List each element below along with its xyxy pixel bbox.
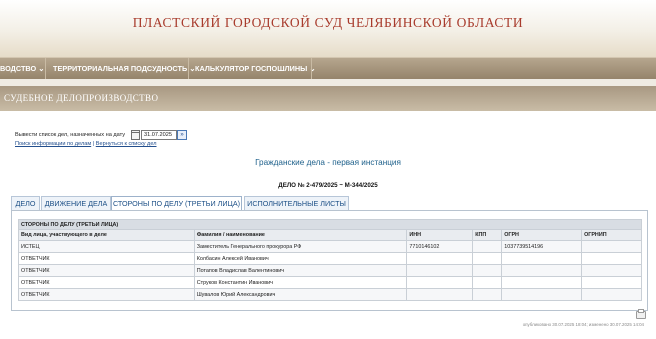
table-cell xyxy=(472,288,503,301)
nav-item-territorial-jurisdiction[interactable]: ТЕРРИТОРИАЛЬНАЯ ПОДСУДНОСТЬ ⌄ xyxy=(53,58,195,79)
table-cell xyxy=(406,252,474,265)
table-cell: Шувалов Юрий Александрович xyxy=(193,288,408,301)
table-cell xyxy=(406,264,474,277)
site-header: ПЛАСТСКИЙ ГОРОДСКОЙ СУД ЧЕЛЯБИНСКОЙ ОБЛА… xyxy=(0,0,656,57)
table-cell xyxy=(501,264,583,277)
table-cell: ОТВЕТЧИК xyxy=(18,288,195,301)
table-cell xyxy=(501,276,583,289)
parties-panel: СТОРОНЫ ПО ДЕЛУ (ТРЕТЬИ ЛИЦА) Вид лица, … xyxy=(11,210,648,311)
section-bar: СУДЕБНОЕ ДЕЛОПРОИЗВОДСТВО xyxy=(0,86,656,111)
table-cell xyxy=(581,276,642,289)
column-header: ОГРНИП xyxy=(581,229,642,241)
tab-parties[interactable]: СТОРОНЫ ПО ДЕЛУ (ТРЕТЬИ ЛИЦА) xyxy=(111,196,242,211)
table-cell xyxy=(501,288,583,301)
section-title: СУДЕБНОЕ ДЕЛОПРОИЗВОДСТВО xyxy=(4,93,159,103)
table-row: ОТВЕТЧИК Шувалов Юрий Александрович xyxy=(18,288,642,301)
parties-table: СТОРОНЫ ПО ДЕЛУ (ТРЕТЬИ ЛИЦА) Вид лица, … xyxy=(18,219,642,301)
publish-info: опубликовано 30.07.2025 18:04; изменено … xyxy=(522,322,644,327)
table-header-row: Вид лица, участвующего в деле Фамилия / … xyxy=(18,229,642,241)
table-cell: ОТВЕТЧИК xyxy=(18,264,195,277)
column-header: ИНН xyxy=(406,229,474,241)
table-cell: Колбасин Алексей Иванович xyxy=(193,252,408,265)
table-caption-row: СТОРОНЫ ПО ДЕЛУ (ТРЕТЬИ ЛИЦА) xyxy=(18,219,642,230)
column-header: КПП xyxy=(472,229,503,241)
show-cases-button[interactable]: » xyxy=(177,130,187,140)
tab-case-movement[interactable]: ДВИЖЕНИЕ ДЕЛА xyxy=(41,196,111,210)
print-icon[interactable] xyxy=(636,309,646,319)
nav-divider xyxy=(311,58,312,79)
table-cell xyxy=(581,288,642,301)
tab-writs-of-execution[interactable]: ИСПОЛНИТЕЛЬНЫЕ ЛИСТЫ xyxy=(244,196,349,210)
link-separator: | xyxy=(92,141,95,147)
table-cell: Потапов Владислав Валентинович xyxy=(193,264,408,277)
table-cell xyxy=(581,240,642,253)
court-title: ПЛАСТСКИЙ ГОРОДСКОЙ СУД ЧЕЛЯБИНСКОЙ ОБЛА… xyxy=(132,15,524,30)
table-row: ОТВЕТЧИК Колбасин Алексей Иванович xyxy=(18,252,642,265)
table-cell: ОТВЕТЧИК xyxy=(18,252,195,265)
table-cell: ИСТЕЦ xyxy=(18,240,195,253)
table-row: ОТВЕТЧИК Струков Константин Иванович xyxy=(18,276,642,289)
column-header: Вид лица, участвующего в деле xyxy=(18,229,195,241)
table-cell: Струков Константин Иванович xyxy=(193,276,408,289)
column-header: ОГРН xyxy=(501,229,583,241)
table-row: ОТВЕТЧИК Потапов Владислав Валентинович xyxy=(18,264,642,277)
column-header: Фамилия / наименование xyxy=(193,229,408,241)
case-number: ДЕЛО № 2-479/2025 ~ М-344/2025 xyxy=(278,182,378,189)
table-cell xyxy=(581,264,642,277)
case-category: Гражданские дела - первая инстанция xyxy=(255,158,401,167)
calendar-icon[interactable] xyxy=(131,130,140,140)
table-cell xyxy=(406,276,474,289)
table-cell xyxy=(472,264,503,277)
table-cell xyxy=(581,252,642,265)
table-cell: ОТВЕТЧИК xyxy=(18,276,195,289)
main-nav: ВОДСТВО ⌄ ТЕРРИТОРИАЛЬНАЯ ПОДСУДНОСТЬ ⌄ … xyxy=(0,57,656,79)
table-cell xyxy=(472,276,503,289)
table-cell xyxy=(501,252,583,265)
nav-item-fee-calculator[interactable]: КАЛЬКУЛЯТОР ГОСПОШЛИНЫ ⌄ xyxy=(195,58,315,79)
table-caption: СТОРОНЫ ПО ДЕЛУ (ТРЕТЬИ ЛИЦА) xyxy=(18,219,642,230)
nav-divider xyxy=(188,58,189,79)
table-cell: Заместитель Генерального прокурора РФ xyxy=(193,240,408,253)
table-cell xyxy=(472,252,503,265)
back-to-list-link[interactable]: Вернуться к списку дел xyxy=(96,141,157,147)
date-filter-label: Вывести список дел, назначенных на дату xyxy=(15,132,126,138)
table-cell xyxy=(472,240,503,253)
table-cell: 1037739514196 xyxy=(501,240,583,253)
date-input[interactable]: 31.07.2025 xyxy=(141,130,177,140)
nav-divider xyxy=(45,58,46,79)
table-cell xyxy=(406,288,474,301)
case-links: Поиск информации по делам | Вернуться к … xyxy=(15,141,157,147)
table-cell: 7710146102 xyxy=(406,240,474,253)
header-divider xyxy=(0,79,656,86)
nav-item-proceedings[interactable]: ВОДСТВО ⌄ xyxy=(0,58,44,79)
tab-case[interactable]: ДЕЛО xyxy=(11,196,40,210)
table-row: ИСТЕЦ Заместитель Генерального прокурора … xyxy=(18,240,642,253)
search-info-link[interactable]: Поиск информации по делам xyxy=(15,141,91,147)
